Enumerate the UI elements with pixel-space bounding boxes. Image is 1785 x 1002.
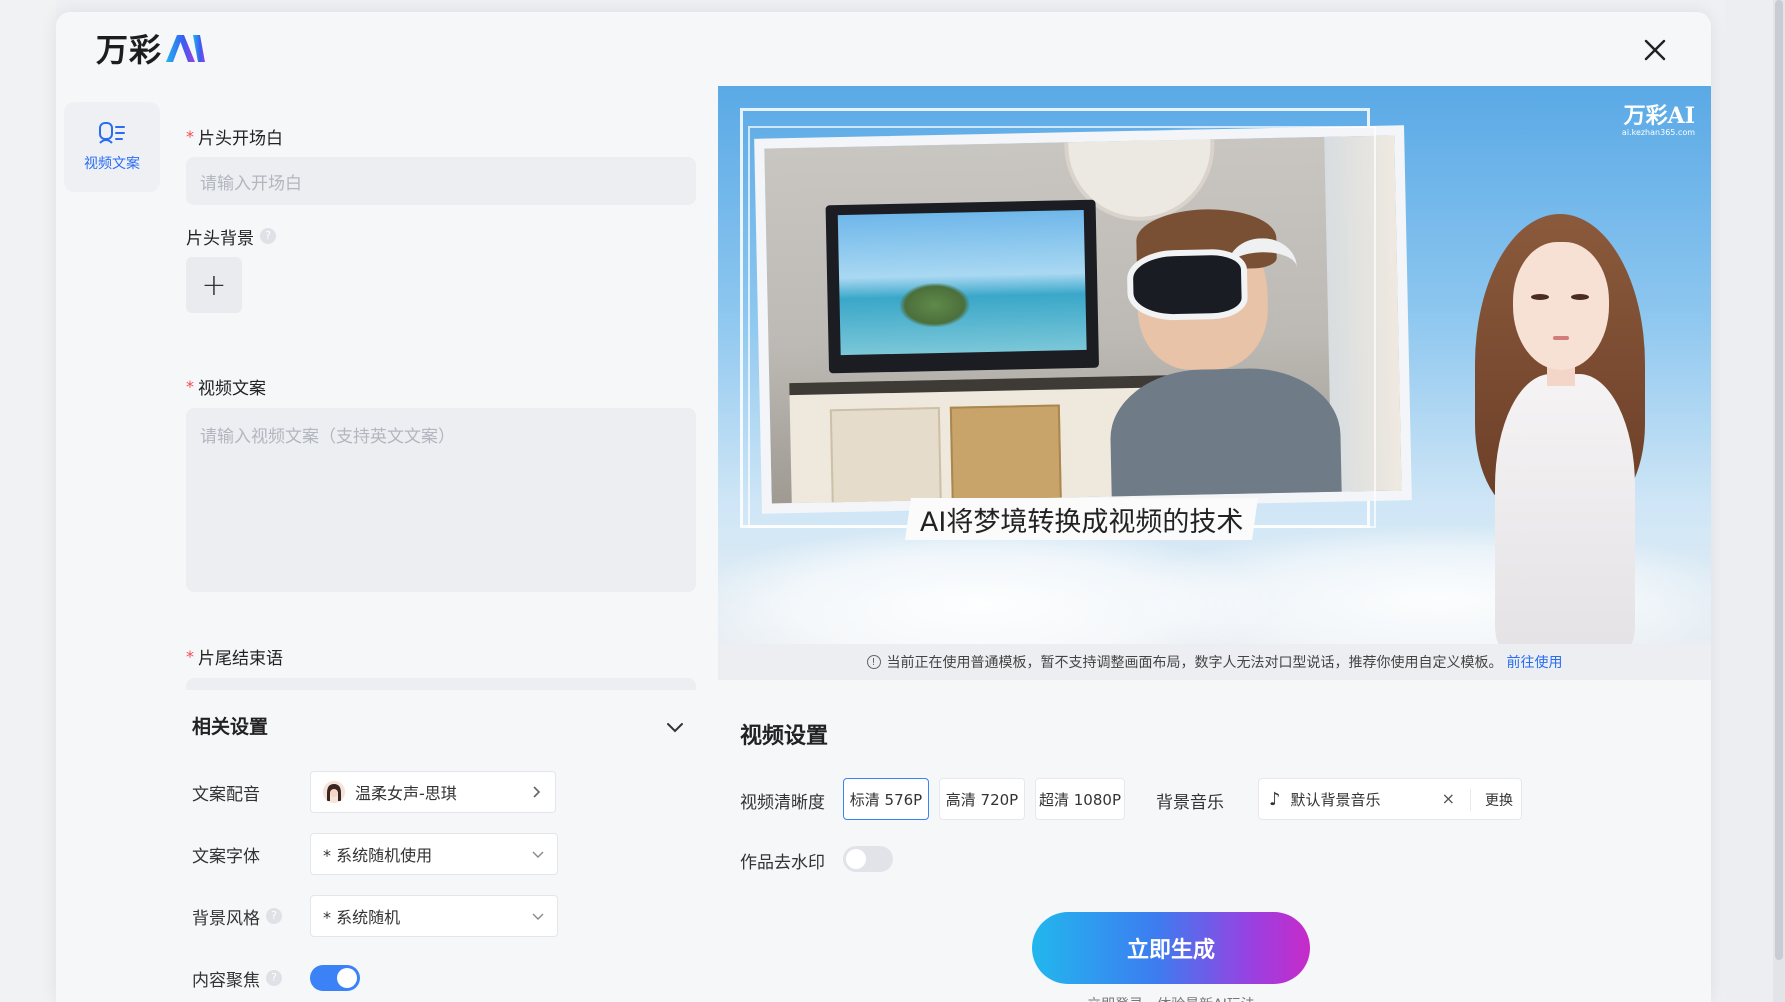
ending-label: * 片尾结束语: [186, 642, 283, 670]
resolution-option-label: 高清 720P: [945, 790, 1019, 809]
brand-logo-text: 万彩: [96, 31, 163, 69]
related-settings-title: 相关设置: [192, 716, 269, 738]
digital-human-eye: [1571, 294, 1589, 300]
video-settings-panel: 视频设置 视频清晰度 标清 576P 高清 720P 超清 1080P 背景音乐…: [718, 680, 1711, 1002]
opening-label-text: 片头开场白: [198, 128, 283, 149]
opening-placeholder: 请输入开场白: [200, 173, 302, 194]
close-button[interactable]: [1639, 34, 1671, 66]
resolution-option-576p[interactable]: 标清 576P: [843, 778, 929, 820]
script-form: * 片头开场白 请输入开场白 片头背景 ? + * 视频文案 请输入视频文案（支…: [186, 102, 698, 690]
help-icon[interactable]: ?: [266, 908, 282, 924]
close-icon: [1644, 39, 1666, 61]
resolution-label: 视频清晰度: [740, 793, 825, 813]
required-mark: *: [186, 126, 194, 146]
voice-row: 文案配音 温柔女声-思琪: [192, 770, 556, 814]
voice-label: 文案配音: [192, 784, 260, 805]
nav-item-label: 视频文案: [84, 156, 140, 172]
bg-style-row: 背景风格 ? * 系统随机: [192, 894, 558, 938]
script-label: * 视频文案: [186, 372, 266, 400]
plus-icon: +: [201, 267, 227, 303]
preview-logo-sub: ai.kezhan365.com: [1621, 128, 1695, 137]
generate-button-label: 立即生成: [1126, 938, 1215, 963]
opening-input[interactable]: 请输入开场白: [186, 157, 696, 205]
resolution-option-720p[interactable]: 高清 720P: [939, 778, 1025, 820]
font-select[interactable]: * 系统随机使用: [310, 833, 558, 875]
voice-select[interactable]: 温柔女声-思琪: [310, 771, 556, 813]
resolution-option-label: 超清 1080P: [1039, 790, 1121, 809]
background-left-sidebar: [0, 0, 56, 1002]
generate-button[interactable]: 立即生成: [1032, 912, 1310, 984]
watermark-toggle[interactable]: [843, 846, 893, 872]
preview-watermark-logo: 万彩AI ai.kezhan365.com: [1622, 98, 1695, 137]
page-scrollbar-thumb[interactable]: [1775, 0, 1783, 960]
page-scrollbar[interactable]: [1773, 0, 1785, 1002]
video-settings-title: 视频设置: [740, 724, 829, 749]
clear-music-button[interactable]: ×: [1442, 789, 1455, 808]
ending-input[interactable]: [186, 678, 696, 690]
resolution-option-1080p[interactable]: 超清 1080P: [1035, 778, 1125, 820]
digital-human-eye: [1531, 294, 1549, 300]
photo-frame-inner: [748, 126, 1376, 528]
digital-human: [1465, 214, 1655, 644]
chevron-right-icon: [533, 786, 541, 798]
generate-login-hint[interactable]: 立即登录，体验最新AI玩法: [1032, 994, 1310, 1002]
bg-music-label: 背景音乐: [1156, 793, 1224, 813]
opening-label: * 片头开场白: [186, 122, 283, 150]
required-mark: *: [186, 376, 194, 396]
chevron-down-icon: [532, 913, 544, 920]
font-value: * 系统随机使用: [323, 846, 433, 865]
script-label-text: 视频文案: [198, 378, 266, 399]
preview-caption: AI将梦境转换成视频的技术: [905, 498, 1259, 540]
script-textarea[interactable]: 请输入视频文案（支持英文文案）: [186, 408, 696, 592]
avatar: [323, 781, 345, 803]
bg-style-value: * 系统随机: [323, 908, 401, 927]
video-preview: AI将梦境转换成视频的技术 万彩AI ai.kezhan365.com: [718, 86, 1711, 644]
opening-bg-upload-button[interactable]: +: [186, 257, 242, 313]
font-row: 文案字体 * 系统随机使用: [192, 832, 558, 876]
chevron-down-icon[interactable]: [664, 716, 686, 738]
help-icon[interactable]: ?: [260, 228, 276, 244]
notice-link[interactable]: 前往使用: [1507, 652, 1563, 672]
voice-avatar-icon: [323, 781, 345, 803]
voice-value: 温柔女声-思琪: [355, 784, 457, 803]
script-placeholder: 请输入视频文案（支持英文文案）: [200, 427, 455, 447]
preview-logo-main: 万彩AI: [1623, 103, 1695, 129]
font-label: 文案字体: [192, 846, 260, 867]
digital-human-mouth: [1553, 336, 1569, 340]
focus-row: 内容聚焦 ?: [192, 956, 360, 1000]
brand-logo: 万彩: [96, 28, 206, 69]
preview-caption-text: AI将梦境转换成视频的技术: [920, 506, 1244, 538]
required-mark: *: [186, 646, 194, 666]
bg-style-select[interactable]: * 系统随机: [310, 895, 558, 937]
info-icon: !: [866, 655, 881, 669]
focus-label: 内容聚焦 ?: [192, 966, 310, 991]
focus-toggle[interactable]: [310, 965, 360, 991]
divider: [1470, 789, 1471, 811]
help-icon[interactable]: ?: [266, 970, 282, 986]
notice-text: 当前正在使用普通模板，暂不支持调整画面布局，数字人无法对口型说话，推荐你使用自定…: [886, 655, 1503, 671]
ending-label-text: 片尾结束语: [198, 648, 283, 669]
video-script-modal: 万彩 视频文案 * 片头开场白 请输入开场白 片头背景 ? + * 视频文案 请…: [56, 12, 1711, 1002]
related-settings-panel: 相关设置 文案配音 温柔女声-思琪 文案字体 * 系统随机使用 背景风格 ? *…: [186, 698, 706, 1002]
digital-human-body: [1495, 374, 1635, 644]
side-nav: 视频文案: [64, 102, 160, 192]
watermark-label: 作品去水印: [740, 853, 825, 873]
brand-ai-icon: [166, 35, 206, 62]
modal-header: 万彩: [56, 12, 1711, 88]
script-icon: [99, 122, 125, 144]
change-music-button[interactable]: 更换: [1485, 790, 1513, 810]
bg-music-field[interactable]: ♪ 默认背景音乐 × 更换: [1258, 778, 1522, 820]
nav-item-video-script[interactable]: 视频文案: [64, 102, 160, 192]
bg-style-label-text: 背景风格: [192, 908, 260, 929]
chevron-down-icon: [532, 851, 544, 858]
opening-bg-label: 片头背景 ?: [186, 222, 276, 250]
resolution-option-label: 标清 576P: [849, 790, 923, 809]
bg-style-label: 背景风格 ?: [192, 904, 310, 929]
music-note-icon: ♪: [1269, 788, 1281, 810]
opening-bg-label-text: 片头背景: [186, 228, 254, 249]
focus-label-text: 内容聚焦: [192, 970, 260, 991]
template-notice: ! 当前正在使用普通模板，暂不支持调整画面布局，数字人无法对口型说话，推荐你使用…: [718, 644, 1711, 680]
bg-music-value: 默认背景音乐: [1290, 790, 1381, 809]
digital-human-face: [1513, 242, 1609, 370]
